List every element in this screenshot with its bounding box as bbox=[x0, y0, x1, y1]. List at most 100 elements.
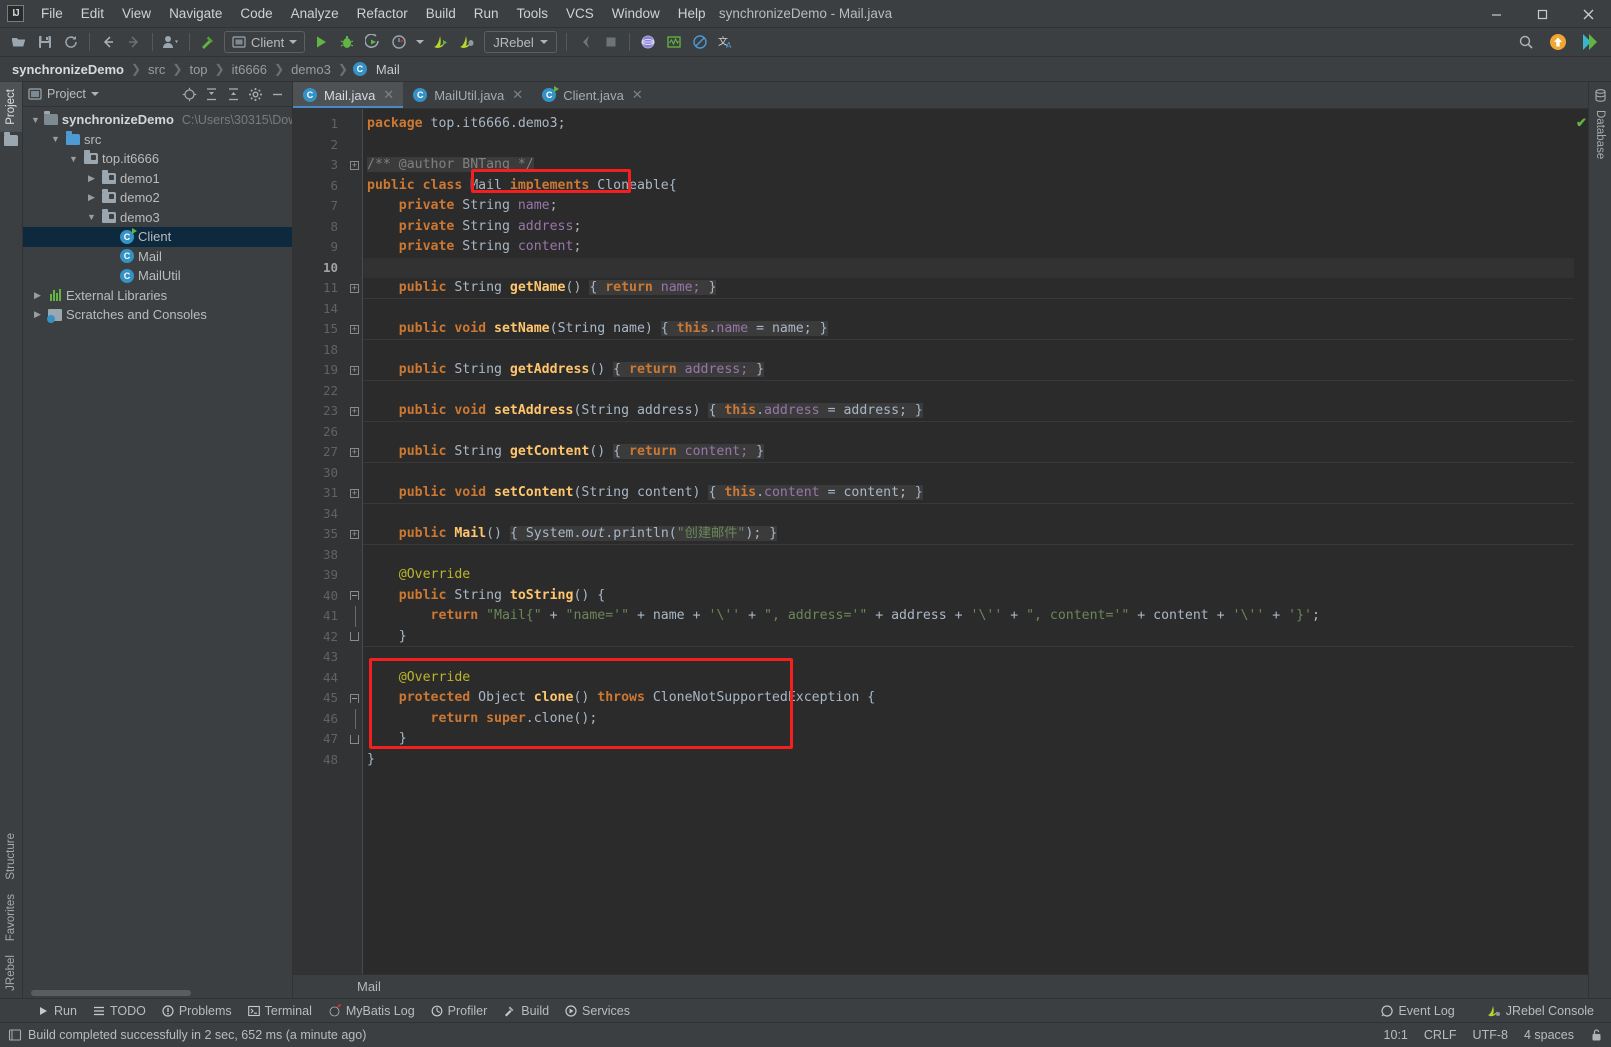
fold-expand-icon[interactable]: + bbox=[347, 278, 362, 299]
jrebel-run-icon[interactable] bbox=[429, 31, 453, 54]
chevron-right-icon[interactable]: ▶ bbox=[31, 290, 44, 301]
fold-region-end[interactable] bbox=[347, 729, 362, 750]
profile-icon[interactable] bbox=[159, 31, 183, 54]
fold-expand-icon[interactable]: + bbox=[347, 155, 362, 176]
build-hammer-icon[interactable] bbox=[196, 31, 220, 54]
code-line[interactable]: protected Object clone() throws CloneNot… bbox=[363, 688, 1574, 709]
tool-window-todo[interactable]: TODO bbox=[86, 1002, 153, 1020]
tool-window-services[interactable]: Services bbox=[558, 1002, 637, 1020]
code-line[interactable] bbox=[363, 299, 1574, 320]
breadcrumb-item-class[interactable]: Mail bbox=[374, 62, 402, 77]
close-icon[interactable]: ✕ bbox=[632, 87, 643, 103]
code-line[interactable]: package top.it6666.demo3; bbox=[363, 114, 1574, 135]
fold-expand-icon[interactable]: + bbox=[347, 442, 362, 463]
tool-window-terminal[interactable]: Terminal bbox=[241, 1002, 319, 1020]
update-available-icon[interactable] bbox=[1546, 31, 1570, 54]
maximize-button[interactable] bbox=[1519, 0, 1565, 28]
code-line[interactable]: public String getAddress() { return addr… bbox=[363, 360, 1574, 381]
fold-expand-icon[interactable]: + bbox=[347, 319, 362, 340]
code-line[interactable] bbox=[363, 422, 1574, 443]
gear-icon[interactable] bbox=[246, 85, 265, 104]
tree-node-demo2[interactable]: ▶demo2 bbox=[23, 188, 292, 208]
code-line[interactable] bbox=[363, 135, 1574, 156]
code-line[interactable] bbox=[363, 381, 1574, 402]
code-line[interactable]: @Override bbox=[363, 668, 1574, 689]
code-line[interactable]: public String getName() { return name; } bbox=[363, 278, 1574, 299]
menu-item-view[interactable]: View bbox=[113, 2, 160, 25]
chevron-down-icon[interactable]: ▼ bbox=[67, 154, 80, 164]
rail-tab-jrebel[interactable]: JRebel bbox=[0, 948, 22, 998]
breadcrumb-item-top[interactable]: top bbox=[187, 62, 209, 77]
tool-window-problems[interactable]: Problems bbox=[155, 1002, 239, 1020]
run-icon[interactable] bbox=[309, 31, 333, 54]
status-message[interactable]: Build completed successfully in 2 sec, 6… bbox=[28, 1028, 366, 1042]
run-configuration-selector[interactable]: Client bbox=[224, 31, 305, 53]
rail-tab-structure[interactable]: Structure bbox=[0, 826, 22, 887]
minimize-button[interactable] bbox=[1473, 0, 1519, 28]
tree-node-external-libraries[interactable]: ▶External Libraries bbox=[23, 286, 292, 306]
profile-run-icon[interactable] bbox=[387, 31, 411, 54]
menu-item-edit[interactable]: Edit bbox=[72, 2, 113, 25]
breadcrumb-item-synchronizedemo[interactable]: synchronizeDemo bbox=[10, 62, 126, 77]
menu-item-run[interactable]: Run bbox=[465, 2, 508, 25]
editor-tab-client[interactable]: CClient.java✕ bbox=[532, 82, 652, 108]
search-icon[interactable] bbox=[1514, 31, 1538, 54]
code-line[interactable]: @Override bbox=[363, 565, 1574, 586]
tree-node-synchronizedemo[interactable]: ▼synchronizeDemoC:\Users\30315\Dow bbox=[23, 110, 292, 130]
code-line[interactable]: public String toString() { bbox=[363, 586, 1574, 607]
jrebel-selector[interactable]: JRebel bbox=[484, 31, 556, 53]
tree-node-scratches-and-consoles[interactable]: ▶Scratches and Consoles bbox=[23, 305, 292, 325]
menu-item-build[interactable]: Build bbox=[417, 2, 465, 25]
run-with-coverage-icon[interactable] bbox=[361, 31, 385, 54]
fold-collapse-icon[interactable] bbox=[347, 586, 362, 607]
code-line[interactable]: public void setName(String name) { this.… bbox=[363, 319, 1574, 340]
expand-all-icon[interactable] bbox=[202, 85, 221, 104]
code-content[interactable]: package top.it6666.demo3; /** @author BN… bbox=[363, 109, 1574, 974]
monitor-graph-icon[interactable] bbox=[662, 31, 686, 54]
code-line[interactable]: return super.clone(); bbox=[363, 709, 1574, 730]
lock-icon[interactable] bbox=[1590, 1028, 1603, 1042]
code-line[interactable]: public class Mail implements Cloneable{ bbox=[363, 176, 1574, 197]
tool-window-profiler[interactable]: Profiler bbox=[424, 1002, 495, 1020]
tool-window-event-log[interactable]: Event Log bbox=[1374, 1002, 1461, 1020]
menu-item-tools[interactable]: Tools bbox=[508, 2, 558, 25]
tree-node-top-it6666[interactable]: ▼top.it6666 bbox=[23, 149, 292, 169]
close-button[interactable] bbox=[1565, 0, 1611, 28]
open-project-icon[interactable] bbox=[7, 31, 31, 54]
editor-tab-mailutil[interactable]: CMailUtil.java✕ bbox=[403, 82, 532, 108]
scrollbar-thumb[interactable] bbox=[31, 990, 191, 996]
caret-position[interactable]: 10:1 bbox=[1384, 1028, 1408, 1042]
error-marker-strip[interactable]: ✔ bbox=[1574, 109, 1588, 974]
code-line[interactable]: private String address; bbox=[363, 217, 1574, 238]
line-separator[interactable]: CRLF bbox=[1424, 1028, 1457, 1042]
rail-tab-database[interactable]: Database bbox=[1589, 82, 1611, 166]
code-line[interactable]: } bbox=[363, 627, 1574, 648]
tree-node-mailutil[interactable]: CMailUtil bbox=[23, 266, 292, 286]
chevron-down-icon[interactable]: ▼ bbox=[31, 115, 40, 125]
tree-node-demo3[interactable]: ▼demo3 bbox=[23, 208, 292, 228]
code-line[interactable] bbox=[363, 504, 1574, 525]
code-line[interactable]: } bbox=[363, 750, 1574, 771]
project-horizontal-scrollbar[interactable] bbox=[23, 987, 292, 998]
chevron-right-icon[interactable]: ▶ bbox=[85, 192, 98, 203]
menu-item-file[interactable]: File bbox=[32, 2, 72, 25]
code-line[interactable]: /** @author BNTang */ bbox=[363, 155, 1574, 176]
code-line[interactable]: public String getContent() { return cont… bbox=[363, 442, 1574, 463]
sync-icon[interactable] bbox=[59, 31, 83, 54]
project-panel-title-group[interactable]: Project bbox=[28, 87, 99, 101]
fold-expand-icon[interactable]: + bbox=[347, 524, 362, 545]
menu-item-analyze[interactable]: Analyze bbox=[282, 2, 348, 25]
menu-item-refactor[interactable]: Refactor bbox=[348, 2, 417, 25]
tool-window-build[interactable]: Build bbox=[496, 1002, 556, 1020]
fold-region-line[interactable] bbox=[347, 606, 362, 627]
rail-tab-favorites[interactable]: Favorites bbox=[0, 887, 22, 948]
code-line[interactable] bbox=[363, 463, 1574, 484]
code-line[interactable]: private String name; bbox=[363, 196, 1574, 217]
indent-setting[interactable]: 4 spaces bbox=[1524, 1028, 1574, 1042]
tree-node-mail[interactable]: CMail bbox=[23, 247, 292, 267]
fold-expand-icon[interactable]: + bbox=[347, 360, 362, 381]
code-editor[interactable]: 1236789101114151819222326273031343538394… bbox=[293, 109, 1588, 974]
tool-window-mybatis-log[interactable]: MyBatis Log bbox=[321, 1002, 422, 1020]
code-line[interactable] bbox=[363, 545, 1574, 566]
code-line[interactable] bbox=[363, 647, 1574, 668]
